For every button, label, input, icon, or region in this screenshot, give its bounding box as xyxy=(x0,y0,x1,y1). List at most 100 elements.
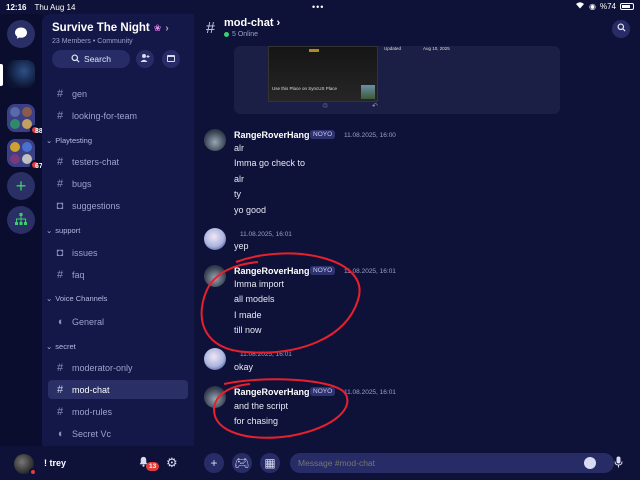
status-right: ◉ %74 xyxy=(575,1,634,11)
hash-icon: # xyxy=(56,155,64,168)
avatar[interactable] xyxy=(204,228,226,250)
guild-tag-badge[interactable]: NOYO xyxy=(310,266,336,275)
settings-button[interactable]: ⚙ xyxy=(166,455,178,471)
category-playtesting[interactable]: ⌄ Playtesting xyxy=(46,136,92,145)
speaker-icon: ◖ xyxy=(56,427,64,440)
avatar[interactable] xyxy=(204,348,226,370)
message-timestamp: 11.08.2025, 16:01 xyxy=(344,268,396,275)
multitask-dots[interactable]: ••• xyxy=(312,2,324,12)
message-timestamp: 11.08.2025, 16:01 xyxy=(240,231,292,238)
events-button[interactable] xyxy=(162,50,180,68)
chevron-right-icon: › xyxy=(165,22,169,34)
hash-icon: # xyxy=(56,87,64,100)
image-attachment[interactable]: Use this Place on SyncUS Place Updated A… xyxy=(234,46,560,114)
hash-icon: # xyxy=(56,268,64,281)
channel-moderator-only[interactable]: # moderator-only xyxy=(48,358,188,377)
gift-button[interactable]: ▦ xyxy=(260,453,280,473)
online-label: 5 Online xyxy=(232,31,259,38)
microphone-icon[interactable] xyxy=(614,456,623,471)
message-timestamp: 11.08.2025, 16:01 xyxy=(240,351,292,358)
message-text: okay xyxy=(234,362,254,372)
category-secret[interactable]: ⌄ secret xyxy=(46,342,76,351)
message-text: Imma import xyxy=(234,279,285,289)
forum-icon: ◘ xyxy=(56,246,64,259)
battery-percent: %74 xyxy=(599,1,616,11)
channel-label: suggestions xyxy=(72,200,121,211)
channel-gen[interactable]: # gen xyxy=(48,84,188,103)
search-button[interactable]: Search xyxy=(52,50,130,68)
channel-issues[interactable]: ◘ issues xyxy=(48,243,188,262)
invite-button[interactable] xyxy=(136,50,154,68)
avatar[interactable] xyxy=(204,129,226,151)
message-author[interactable]: RangeRoverHang xyxy=(234,387,310,397)
speaker-icon: ◖ xyxy=(56,315,64,328)
channel-testers-chat[interactable]: # testers-chat xyxy=(48,152,188,171)
channel-label: Secret Vc xyxy=(72,428,112,439)
guild-tag-badge[interactable]: NOYO xyxy=(310,387,336,396)
message-text: Imma go check to xyxy=(234,158,306,168)
server-folder-2[interactable]: 67 xyxy=(7,139,43,170)
channel-suggestions[interactable]: ◘ suggestions xyxy=(48,196,188,215)
channel-label: issues xyxy=(72,247,98,258)
channel-label: testers-chat xyxy=(72,156,120,167)
channel-title[interactable]: mod-chat › xyxy=(224,17,280,29)
community-label: Community xyxy=(97,38,133,45)
activities-button[interactable]: 🎮︎ xyxy=(232,453,252,473)
notifications-button[interactable]: 13 xyxy=(138,456,160,471)
message-input[interactable] xyxy=(290,453,614,473)
reply-icon[interactable]: ↶ xyxy=(372,102,378,110)
attach-button[interactable]: + xyxy=(204,453,224,473)
add-server-button[interactable]: + xyxy=(7,172,35,200)
channel-secret-vc[interactable]: ◖ Secret Vc xyxy=(48,424,188,443)
message-author[interactable]: RangeRoverHang xyxy=(234,266,310,276)
channel-sidebar: Survive The Night ❀ › 23 Members • Commu… xyxy=(42,14,194,446)
message-text: yo good xyxy=(234,205,267,215)
channel-label: gen xyxy=(72,88,88,99)
category-label: Playtesting xyxy=(55,136,92,145)
reaction-icon[interactable]: ♲ xyxy=(322,102,328,110)
wifi-icon xyxy=(575,1,585,11)
channel-mod-chat[interactable]: # mod-chat xyxy=(48,380,188,399)
search-icon xyxy=(616,23,626,35)
channel-mod-rules[interactable]: # mod-rules xyxy=(48,402,188,421)
avatar[interactable] xyxy=(204,265,226,287)
channel-label: faq xyxy=(72,269,85,280)
guild-name: Survive The Night xyxy=(52,22,150,34)
chat-area: # mod-chat › 5 Online Use this Place on … xyxy=(194,0,640,480)
chat-header[interactable]: # mod-chat › 5 Online xyxy=(194,14,640,46)
gamepad-icon: 🎮︎ xyxy=(234,456,250,470)
hash-icon: # xyxy=(56,361,64,374)
server-survive-the-night[interactable] xyxy=(7,60,35,88)
chat-bubble-icon xyxy=(14,26,28,43)
message-author[interactable]: RangeRoverHang xyxy=(234,130,310,140)
channel-label: mod-rules xyxy=(72,406,113,417)
channel-label: mod-chat xyxy=(72,384,110,395)
status-date: Thu Aug 14 xyxy=(34,2,76,12)
message-text: alr xyxy=(234,143,245,153)
emoji-icon[interactable] xyxy=(584,457,596,469)
chevron-down-icon: ⌄ xyxy=(46,136,53,145)
add-member-icon xyxy=(140,53,150,66)
discover-button[interactable] xyxy=(7,206,35,234)
channel-bugs[interactable]: # bugs xyxy=(48,174,188,193)
chevron-down-icon: ⌄ xyxy=(46,226,53,235)
user-name[interactable]: ! trey xyxy=(44,458,66,468)
status-bar: 12:16 Thu Aug 14 ••• ◉ %74 xyxy=(0,0,640,14)
channel-faq[interactable]: # faq xyxy=(48,265,188,284)
server-folder-1[interactable]: 88 xyxy=(7,104,43,135)
category-support[interactable]: ⌄ support xyxy=(46,226,80,235)
guild-header[interactable]: Survive The Night ❀ › xyxy=(52,22,169,34)
folder-2-badge: 67 xyxy=(30,160,43,170)
channel-looking-for-team[interactable]: # looking-for-team xyxy=(48,106,188,125)
hierarchy-icon xyxy=(14,212,28,229)
battery-icon xyxy=(620,2,634,10)
direct-messages-button[interactable] xyxy=(7,20,35,48)
hash-icon: # xyxy=(56,405,64,418)
hash-icon: # xyxy=(56,383,64,396)
avatar[interactable] xyxy=(204,386,226,408)
guild-tag-badge[interactable]: NOYO xyxy=(310,130,336,139)
image-mark xyxy=(309,49,319,52)
category-voice-channels[interactable]: ⌄ Voice Channels xyxy=(46,294,107,303)
channel-general-voice[interactable]: ◖ General xyxy=(48,312,188,331)
channel-search-button[interactable] xyxy=(612,20,630,38)
